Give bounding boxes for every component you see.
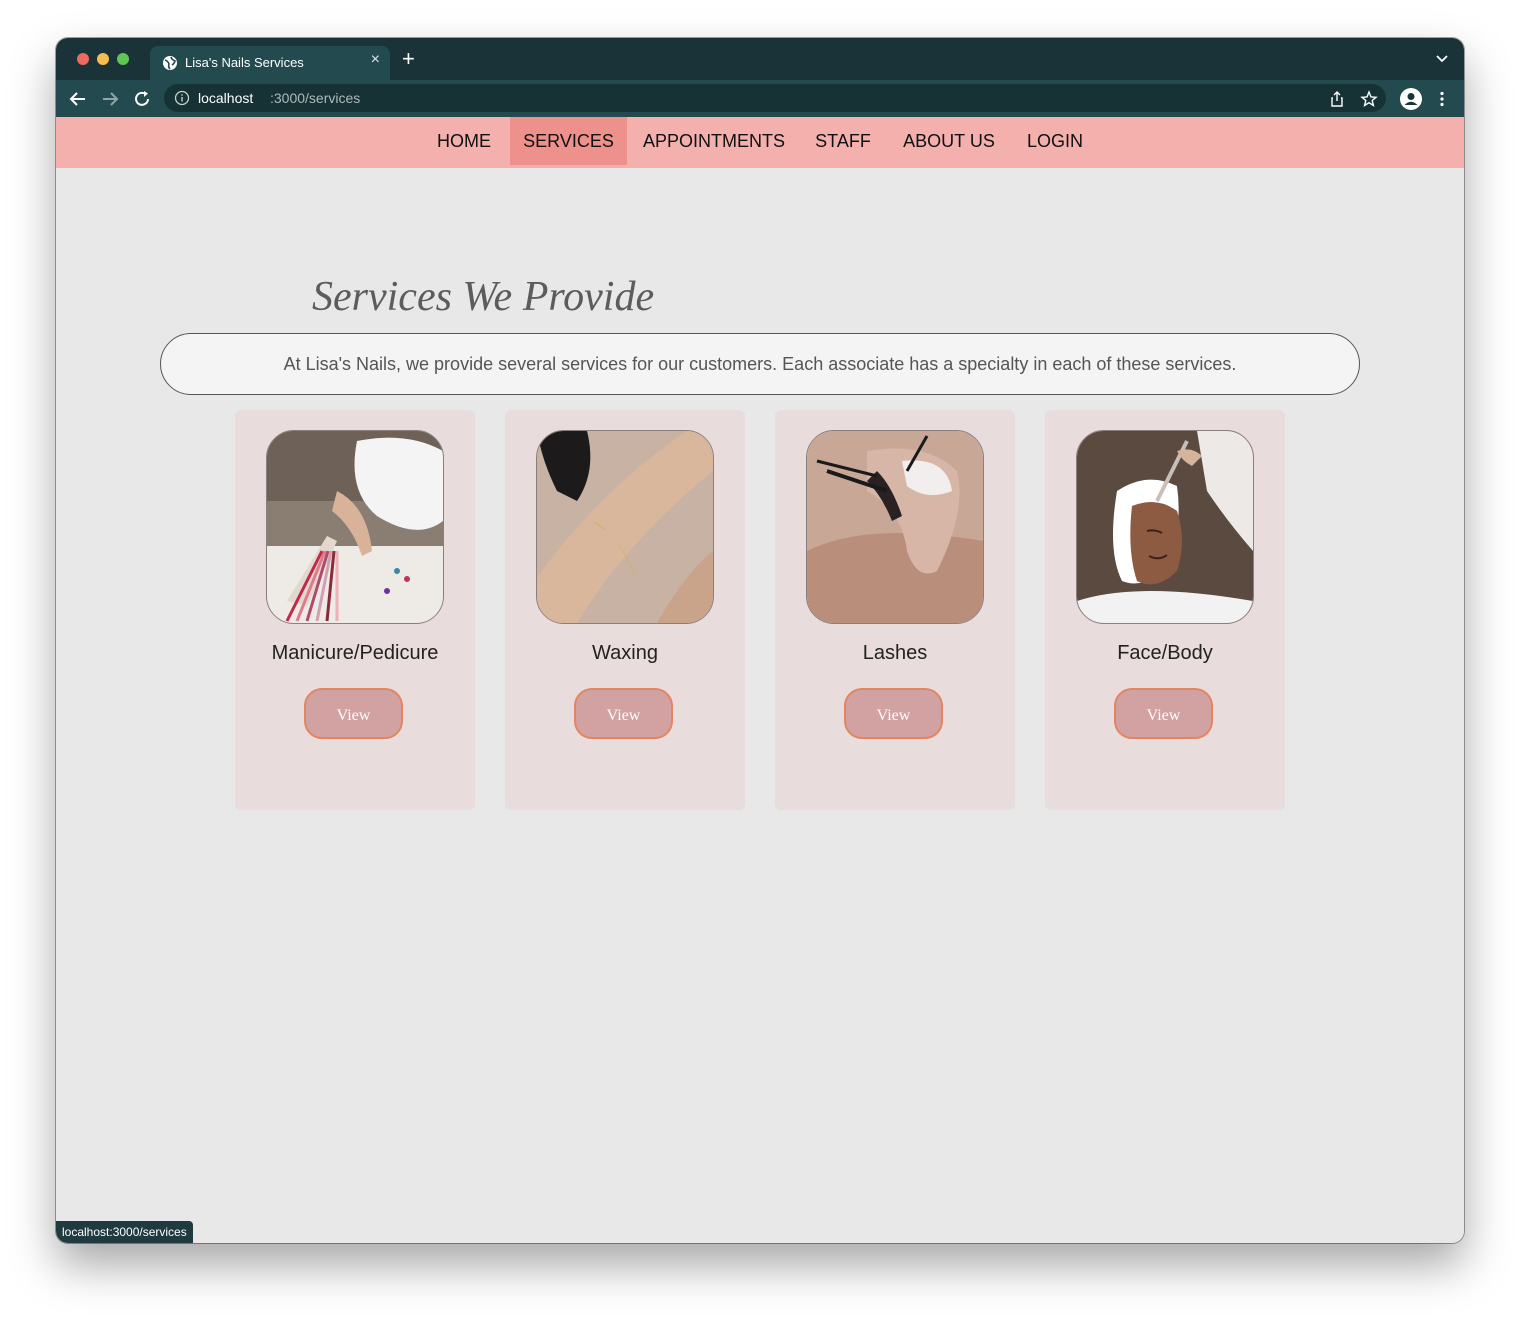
back-arrow-icon[interactable] bbox=[68, 89, 88, 109]
intro-banner: At Lisa's Nails, we provide several serv… bbox=[160, 333, 1360, 395]
view-button[interactable]: View bbox=[844, 688, 943, 739]
view-button[interactable]: View bbox=[1114, 688, 1213, 739]
url-host: localhost bbox=[198, 90, 254, 106]
browser-window: Lisa's Nails Services × + localhost :300… bbox=[56, 38, 1464, 1243]
service-card-lashes: Lashes View bbox=[775, 410, 1015, 810]
nav-appointments[interactable]: APPOINTMENTS bbox=[631, 117, 797, 165]
info-icon[interactable] bbox=[174, 90, 190, 106]
view-button[interactable]: View bbox=[574, 688, 673, 739]
bookmark-star-icon[interactable] bbox=[1360, 90, 1378, 108]
service-name: Manicure/Pedicure bbox=[271, 642, 439, 664]
service-card-face-body: Face/Body View bbox=[1045, 410, 1285, 810]
status-bar-url: localhost:3000/services bbox=[56, 1221, 193, 1243]
close-tab-icon[interactable]: × bbox=[371, 51, 380, 69]
tab-title: Lisa's Nails Services bbox=[185, 55, 304, 70]
nav-home[interactable]: HOME bbox=[422, 117, 506, 165]
address-bar[interactable]: localhost :3000/services bbox=[164, 84, 1386, 112]
service-name: Waxing bbox=[592, 642, 658, 664]
url-path: :3000/services bbox=[270, 90, 361, 106]
new-tab-button[interactable]: + bbox=[402, 48, 415, 70]
service-card-manicure: Manicure/Pedicure View bbox=[235, 410, 475, 810]
site-navigation: HOME SERVICES APPOINTMENTS STAFF ABOUT U… bbox=[56, 117, 1464, 168]
more-menu-icon[interactable] bbox=[1433, 90, 1451, 108]
tab-bar: Lisa's Nails Services × + bbox=[56, 38, 1464, 80]
nav-services[interactable]: SERVICES bbox=[510, 117, 627, 165]
service-card-waxing: Waxing View bbox=[505, 410, 745, 810]
close-window-button[interactable] bbox=[77, 53, 89, 65]
forward-arrow-icon[interactable] bbox=[100, 89, 120, 109]
service-photo bbox=[1076, 430, 1254, 624]
nav-about-us[interactable]: ABOUT US bbox=[889, 117, 1009, 165]
profile-avatar-icon[interactable] bbox=[1400, 88, 1422, 110]
globe-icon bbox=[163, 56, 177, 70]
page-content: HOME SERVICES APPOINTMENTS STAFF ABOUT U… bbox=[56, 117, 1464, 1243]
browser-tab[interactable]: Lisa's Nails Services × bbox=[150, 46, 390, 80]
chevron-down-icon[interactable] bbox=[1434, 50, 1450, 66]
service-photo bbox=[536, 430, 714, 624]
nav-login[interactable]: LOGIN bbox=[1013, 117, 1097, 165]
service-photo bbox=[266, 430, 444, 624]
service-photo bbox=[806, 430, 984, 624]
browser-toolbar: localhost :3000/services bbox=[56, 80, 1464, 117]
maximize-window-button[interactable] bbox=[117, 53, 129, 65]
nav-staff[interactable]: STAFF bbox=[801, 117, 885, 165]
service-name: Face/Body bbox=[1117, 642, 1213, 664]
page-title: Services We Provide bbox=[312, 274, 655, 320]
share-icon[interactable] bbox=[1328, 90, 1346, 108]
minimize-window-button[interactable] bbox=[97, 53, 109, 65]
view-button[interactable]: View bbox=[304, 688, 403, 739]
service-name: Lashes bbox=[862, 642, 928, 664]
reload-icon[interactable] bbox=[132, 89, 152, 109]
